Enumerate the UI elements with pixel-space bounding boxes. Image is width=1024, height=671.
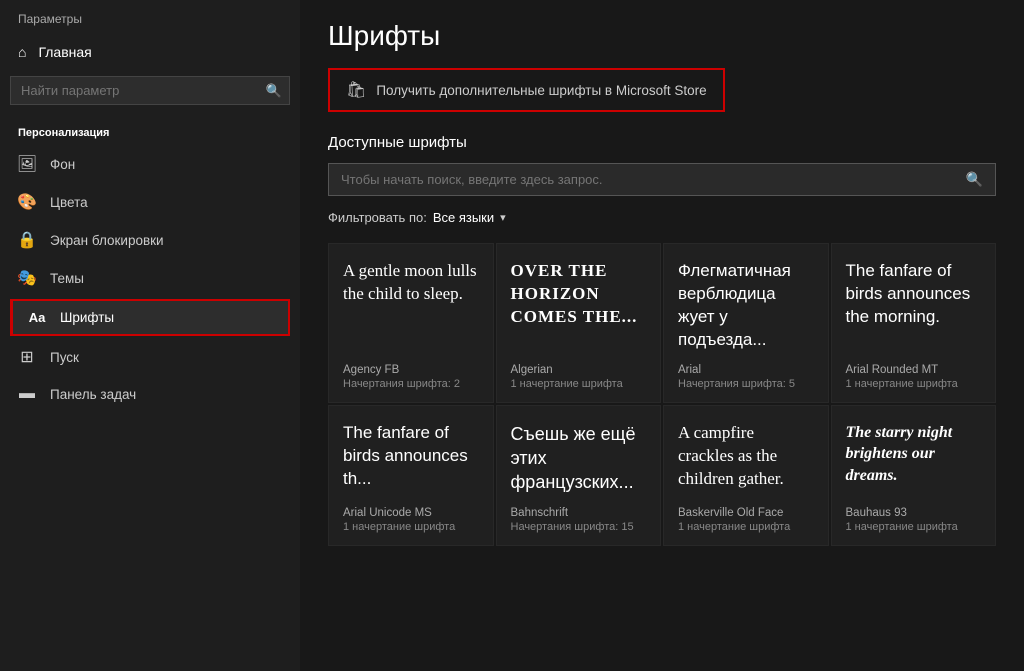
sidebar-search-container: 🔍	[10, 76, 290, 105]
sidebar-search-icon: 🔍	[266, 83, 282, 99]
filter-label: Фильтровать по:	[328, 210, 427, 225]
app-title: Параметры	[0, 0, 300, 34]
home-icon: ⌂	[18, 44, 26, 60]
font-name: Arial	[678, 364, 814, 376]
taskbar-icon: ▬	[18, 385, 36, 403]
font-preview: The fanfare of birds announces the morni…	[846, 260, 982, 352]
font-card-bauhaus[interactable]: The starry night brightens our dreams. B…	[831, 405, 997, 546]
font-grid: A gentle moon lulls the child to sleep. …	[328, 243, 996, 546]
chevron-down-icon[interactable]: ▾	[500, 211, 506, 224]
filter-value[interactable]: Все языки	[433, 210, 494, 225]
ms-store-button[interactable]: 🛍 Получить дополнительные шрифты в Micro…	[328, 68, 725, 112]
sidebar: Параметры ⌂ Главная 🔍 Персонализация 🖼 Ф…	[0, 0, 300, 671]
lockscreen-icon: 🔒	[18, 230, 36, 250]
ms-store-label: Получить дополнительные шрифты в Microso…	[376, 83, 706, 98]
start-icon: ⊞	[18, 347, 36, 367]
sidebar-item-fonts[interactable]: Aa Шрифты	[10, 299, 290, 336]
page-title: Шрифты	[328, 20, 996, 52]
font-card-arial[interactable]: Флегматичная верблюдица жует у подъезда.…	[663, 243, 829, 403]
font-search-icon: 🔍	[966, 171, 983, 188]
font-preview: The starry night brightens our dreams.	[846, 422, 982, 495]
font-preview: OVER THE HORIZON COMES THE...	[511, 260, 647, 352]
font-styles: 1 начертание шрифта	[678, 521, 814, 533]
sidebar-section-label: Персонализация	[0, 119, 300, 145]
font-search-input[interactable]	[341, 172, 966, 187]
font-name: Bauhaus 93	[846, 507, 982, 519]
store-icon: 🛍	[346, 80, 366, 100]
sidebar-item-label: Темы	[50, 271, 84, 286]
sidebar-item-label: Панель задач	[50, 387, 136, 402]
filter-row: Фильтровать по: Все языки ▾	[328, 210, 996, 225]
font-card-arial-rounded[interactable]: The fanfare of birds announces the morni…	[831, 243, 997, 403]
available-fonts-header: Доступные шрифты	[328, 134, 996, 151]
background-icon: 🖼	[18, 154, 36, 174]
font-name: Agency FB	[343, 364, 479, 376]
sidebar-item-start[interactable]: ⊞ Пуск	[0, 338, 300, 376]
font-preview: Флегматичная верблюдица жует у подъезда.…	[678, 260, 814, 352]
font-name: Baskerville Old Face	[678, 507, 814, 519]
font-preview: A gentle moon lulls the child to sleep.	[343, 260, 479, 352]
font-card-agency-fb[interactable]: A gentle moon lulls the child to sleep. …	[328, 243, 494, 403]
font-preview: Съешь же ещё этих французских...	[511, 422, 647, 495]
colors-icon: 🎨	[18, 192, 36, 212]
sidebar-item-label: Пуск	[50, 350, 79, 365]
font-name: Algerian	[511, 364, 647, 376]
sidebar-home[interactable]: ⌂ Главная	[0, 34, 300, 70]
font-preview: A campfire crackles as the children gath…	[678, 422, 814, 495]
font-styles: 1 начертание шрифта	[511, 378, 647, 390]
sidebar-item-label: Шрифты	[60, 310, 114, 325]
sidebar-item-themes[interactable]: 🎭 Темы	[0, 259, 300, 297]
font-styles: Начертания шрифта: 15	[511, 521, 647, 533]
sidebar-item-label: Экран блокировки	[50, 233, 164, 248]
font-preview: The fanfare of birds announces th...	[343, 422, 479, 495]
main-content: Шрифты 🛍 Получить дополнительные шрифты …	[300, 0, 1024, 671]
font-styles: 1 начертание шрифта	[343, 521, 479, 533]
sidebar-item-taskbar[interactable]: ▬ Панель задач	[0, 376, 300, 412]
font-styles: Начертания шрифта: 5	[678, 378, 814, 390]
themes-icon: 🎭	[18, 268, 36, 288]
font-card-baskerville[interactable]: A campfire crackles as the children gath…	[663, 405, 829, 546]
font-card-arial-unicode[interactable]: The fanfare of birds announces th... Ari…	[328, 405, 494, 546]
font-card-bahnschrift[interactable]: Съешь же ещё этих французских... Bahnsch…	[496, 405, 662, 546]
sidebar-item-background[interactable]: 🖼 Фон	[0, 145, 300, 183]
fonts-icon: Aa	[28, 310, 46, 325]
home-label: Главная	[38, 44, 91, 60]
font-search-bar[interactable]: 🔍	[328, 163, 996, 196]
sidebar-search-input[interactable]	[10, 76, 290, 105]
font-styles: Начертания шрифта: 2	[343, 378, 479, 390]
font-styles: 1 начертание шрифта	[846, 378, 982, 390]
sidebar-item-colors[interactable]: 🎨 Цвета	[0, 183, 300, 221]
font-name: Bahnschrift	[511, 507, 647, 519]
sidebar-item-label: Цвета	[50, 195, 88, 210]
sidebar-item-lockscreen[interactable]: 🔒 Экран блокировки	[0, 221, 300, 259]
font-card-algerian[interactable]: OVER THE HORIZON COMES THE... Algerian 1…	[496, 243, 662, 403]
sidebar-item-label: Фон	[50, 157, 75, 172]
font-name: Arial Unicode MS	[343, 507, 479, 519]
font-name: Arial Rounded MT	[846, 364, 982, 376]
font-styles: 1 начертание шрифта	[846, 521, 982, 533]
